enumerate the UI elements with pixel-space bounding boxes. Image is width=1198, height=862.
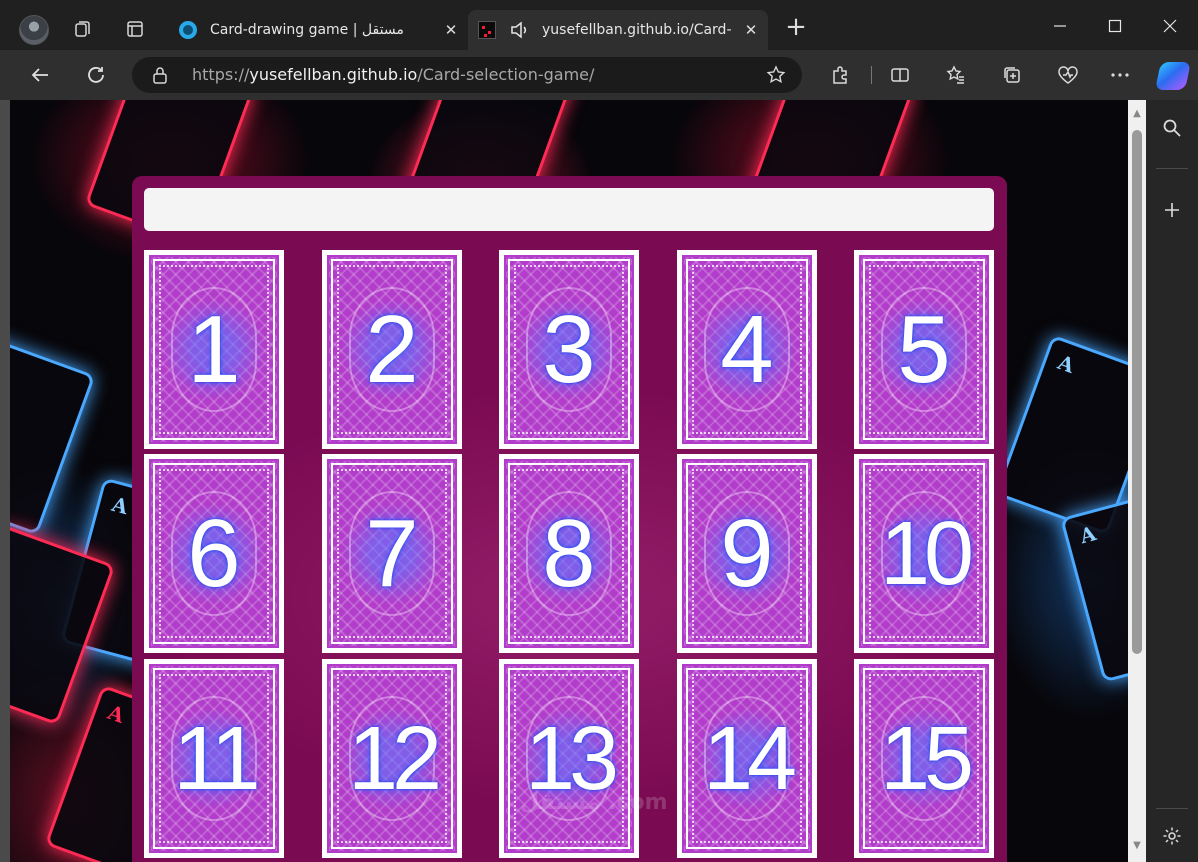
card-8[interactable]: 8	[499, 454, 639, 653]
game-icon	[478, 21, 496, 39]
card-back: 2	[327, 255, 457, 444]
card-number: 9	[720, 499, 774, 607]
tab-title: yusefellban.github.io/Card-selection-gam…	[542, 22, 732, 38]
scroll-up-icon[interactable]: ▲	[1131, 108, 1143, 120]
back-icon[interactable]	[24, 59, 56, 91]
collections-icon[interactable]	[998, 61, 1026, 89]
speaker-icon[interactable]	[508, 19, 530, 41]
card-number: 2	[365, 295, 419, 403]
card-11[interactable]: 11	[144, 659, 284, 858]
scroll-thumb[interactable]	[1132, 130, 1142, 654]
search-icon[interactable]	[1158, 114, 1186, 142]
tab-card-drawing-game[interactable]: Card-drawing game | مستقل ✕	[170, 10, 468, 50]
card-number: 10	[879, 503, 974, 604]
favorites-icon[interactable]	[942, 61, 970, 89]
workspaces-icon[interactable]	[68, 14, 98, 44]
url-text[interactable]: https://yusefellban.github.io/Card-selec…	[192, 65, 594, 84]
card-number: 6	[187, 499, 241, 607]
background-card: A	[10, 334, 96, 536]
card-number: 3	[542, 295, 596, 403]
vertical-tabs-icon[interactable]	[120, 14, 150, 44]
left-window-edge	[0, 100, 10, 862]
game-panel: 1 2 3 4 5 6 7 8 9 10 11 12 13 14 15	[132, 176, 1007, 862]
card-15[interactable]: 15	[854, 659, 994, 858]
favorite-star-icon[interactable]	[766, 65, 786, 89]
minimize-icon[interactable]	[1040, 12, 1080, 40]
card-number: 12	[347, 708, 442, 809]
card-back: 10	[859, 459, 989, 648]
browser-toolbar: https://yusefellban.github.io/Card-selec…	[0, 50, 1198, 100]
card-10[interactable]: 10	[854, 454, 994, 653]
extensions-icon[interactable]	[826, 61, 854, 89]
close-icon[interactable]: ✕	[442, 21, 460, 39]
profile-avatar[interactable]	[19, 15, 49, 45]
card-back: 13	[504, 664, 634, 853]
card-back: 12	[327, 664, 457, 853]
card-back: 1	[149, 255, 279, 444]
scroll-down-icon[interactable]: ▼	[1131, 840, 1143, 852]
page-viewport: A A A A A A A A 123456789101112131415 مس…	[10, 100, 1128, 862]
card-12[interactable]: 12	[322, 659, 462, 858]
address-bar[interactable]: https://yusefellban.github.io/Card-selec…	[132, 57, 802, 93]
background-card: A	[1060, 487, 1128, 683]
card-back: 9	[682, 459, 812, 648]
card-14[interactable]: 14	[677, 659, 817, 858]
card-number: 14	[702, 708, 797, 809]
card-back: 7	[327, 459, 457, 648]
browser-essentials-icon[interactable]	[1054, 61, 1082, 89]
card-5[interactable]: 5	[854, 250, 994, 449]
card-number: 15	[879, 708, 974, 809]
more-options-icon[interactable]	[1106, 61, 1134, 89]
tab-title: Card-drawing game | مستقل	[210, 22, 404, 38]
card-4[interactable]: 4	[677, 250, 817, 449]
card-back: 15	[859, 664, 989, 853]
tab-strip: Card-drawing game | مستقل ✕ yusefellban.…	[0, 0, 1198, 56]
card-9[interactable]: 9	[677, 454, 817, 653]
add-icon[interactable]	[1158, 196, 1186, 224]
card-number: 8	[542, 499, 596, 607]
page-scrollbar[interactable]: ▲ ▼	[1128, 100, 1146, 862]
mostaql-icon	[179, 21, 197, 39]
card-back: 14	[682, 664, 812, 853]
card-7[interactable]: 7	[322, 454, 462, 653]
sidebar-divider	[1156, 808, 1188, 809]
split-screen-icon[interactable]	[886, 61, 914, 89]
card-back: 8	[504, 459, 634, 648]
close-icon[interactable]: ✕	[742, 21, 760, 39]
maximize-icon[interactable]	[1095, 12, 1135, 40]
card-back: 4	[682, 255, 812, 444]
card-back: 11	[149, 664, 279, 853]
sidebar-divider	[1156, 168, 1188, 169]
card-number: 1	[187, 295, 241, 403]
edge-sidebar	[1146, 100, 1198, 862]
card-back: 3	[504, 255, 634, 444]
card-number: 4	[720, 295, 774, 403]
card-13[interactable]: 13	[499, 659, 639, 858]
gear-icon[interactable]	[1158, 822, 1186, 850]
card-3[interactable]: 3	[499, 250, 639, 449]
card-number: 11	[173, 708, 260, 809]
refresh-icon[interactable]	[80, 59, 112, 91]
tab-card-selection-game[interactable]: yusefellban.github.io/Card-selection-gam…	[468, 10, 768, 50]
card-1[interactable]: 1	[144, 250, 284, 449]
card-number: 5	[897, 295, 951, 403]
watermark: مستقل .com	[520, 790, 668, 815]
close-window-icon[interactable]	[1150, 12, 1190, 40]
new-tab-icon[interactable]: +	[782, 14, 810, 42]
card-2[interactable]: 2	[322, 250, 462, 449]
card-back: 6	[149, 459, 279, 648]
result-display	[144, 188, 994, 231]
card-6[interactable]: 6	[144, 454, 284, 653]
lock-icon[interactable]	[152, 66, 168, 88]
card-back: 5	[859, 255, 989, 444]
toolbar-divider	[871, 66, 872, 84]
card-number: 7	[365, 499, 419, 607]
